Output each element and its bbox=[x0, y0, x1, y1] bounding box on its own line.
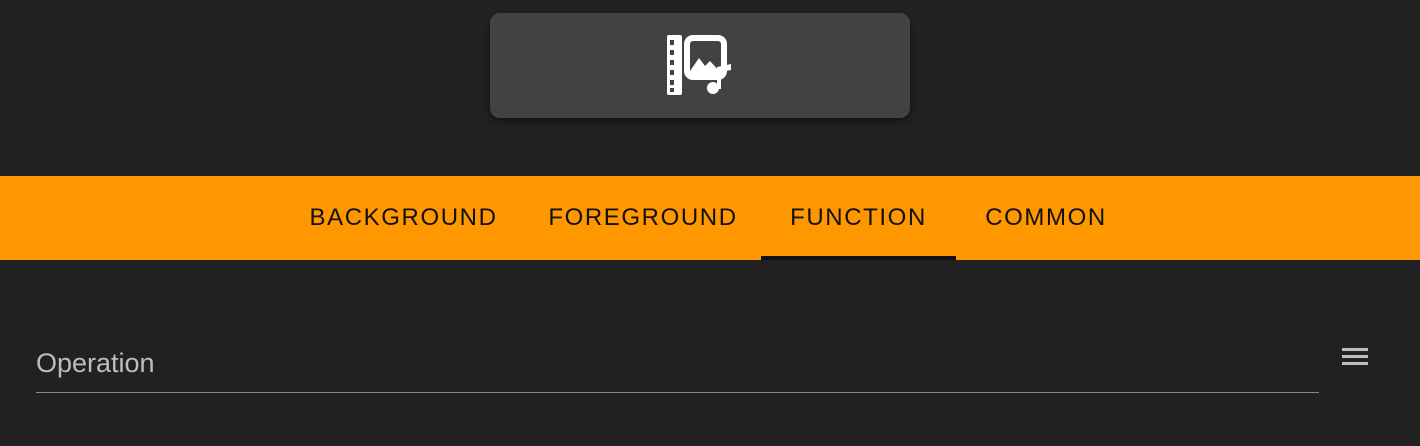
operation-field[interactable]: Operation bbox=[36, 340, 1319, 393]
operation-field-label: Operation bbox=[36, 348, 155, 378]
menu-button[interactable] bbox=[1336, 340, 1374, 374]
tab-background[interactable]: BACKGROUND bbox=[298, 176, 509, 260]
tab-foreground[interactable]: FOREGROUND bbox=[538, 176, 748, 260]
media-card-button[interactable] bbox=[490, 13, 910, 118]
movie-image-music-icon bbox=[667, 34, 731, 96]
tab-bar: BACKGROUND FOREGROUND FUNCTION COMMON bbox=[0, 176, 1420, 260]
page: BACKGROUND FOREGROUND FUNCTION COMMON Op… bbox=[0, 0, 1420, 446]
tab-common[interactable]: COMMON bbox=[970, 176, 1122, 260]
tab-function[interactable]: FUNCTION bbox=[761, 176, 956, 260]
hamburger-menu-icon bbox=[1342, 348, 1368, 365]
